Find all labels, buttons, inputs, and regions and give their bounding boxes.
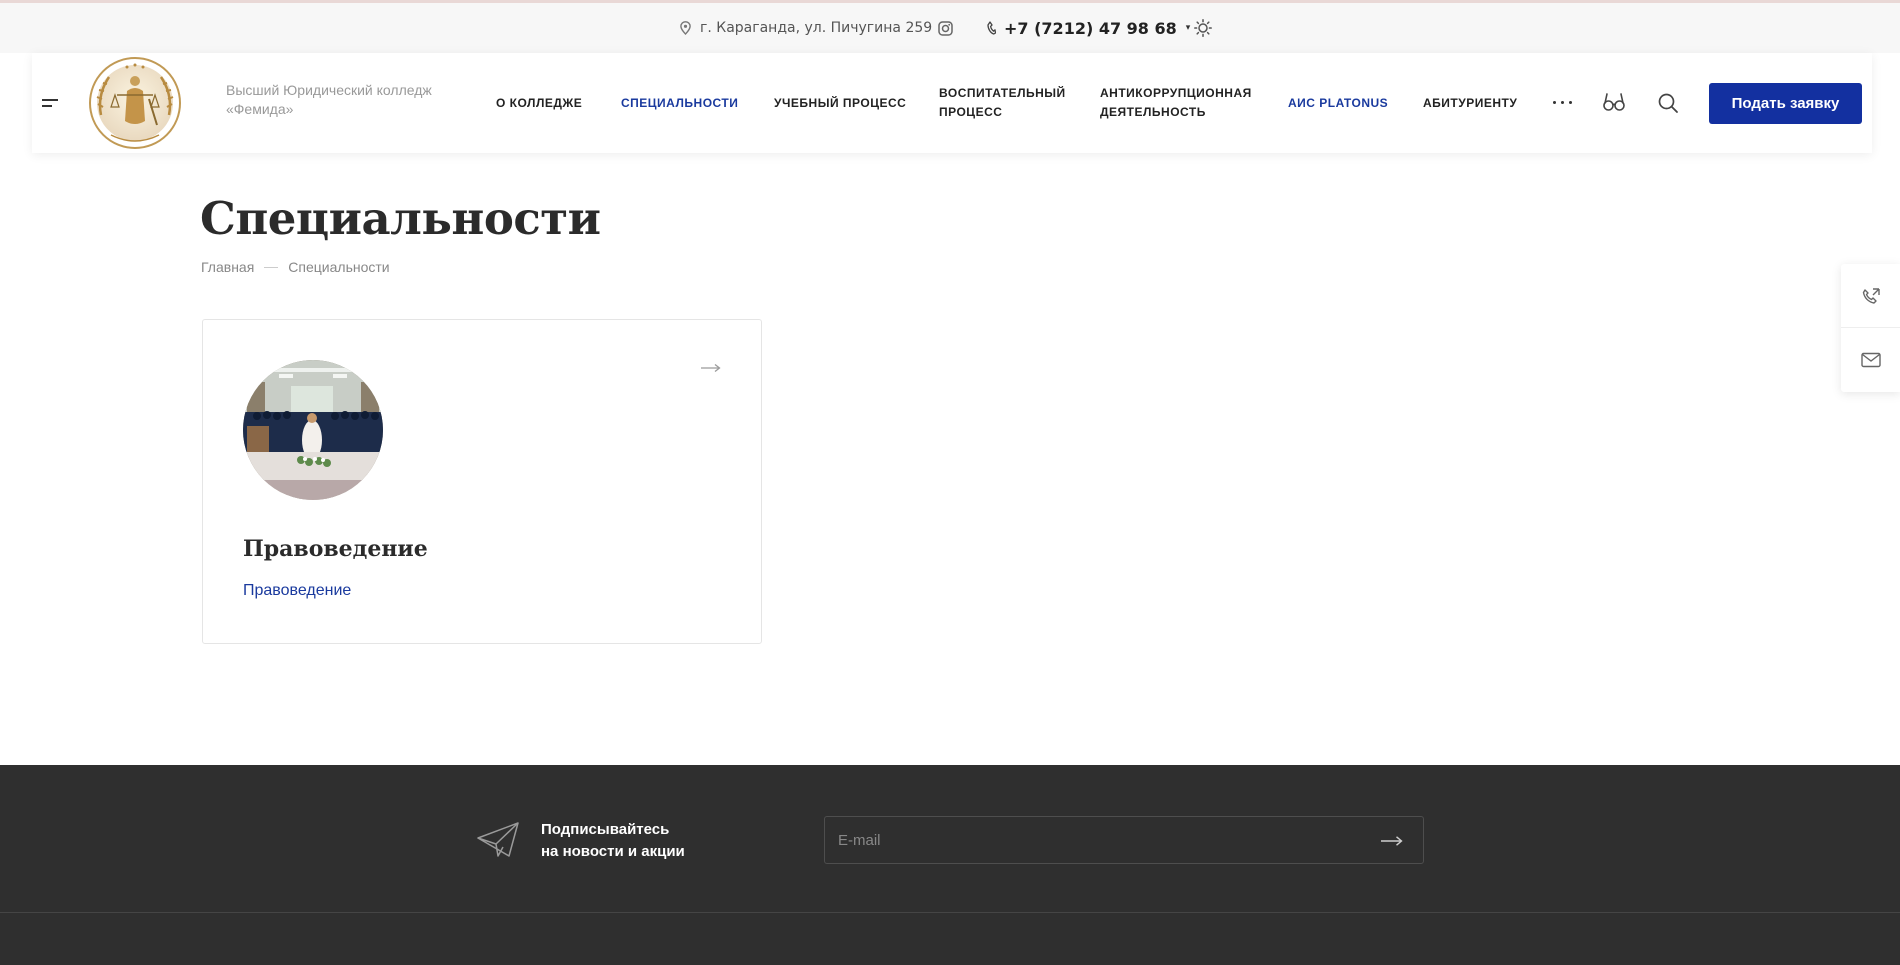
callback-button[interactable] — [1841, 264, 1900, 328]
nav-anticorruption-link[interactable]: Антикоррупционная деятельность — [1100, 84, 1260, 122]
nav-item-applicant[interactable]: Абитуриенту — [1423, 53, 1517, 153]
site-title: Высший Юридический колледж «Фемида» — [226, 82, 432, 117]
page-title: Специальности — [200, 192, 601, 245]
specialty-photo[interactable] — [243, 360, 383, 500]
nav-item-specialties[interactable]: Специальности — [621, 53, 738, 153]
location-pin-icon — [680, 21, 691, 35]
specialty-card[interactable]: Правоведение Правоведение — [202, 319, 762, 644]
breadcrumb-current: Специальности — [288, 259, 390, 275]
top-bar: г. Караганда, ул. Пичугина 259 +7 (7212)… — [0, 3, 1900, 53]
breadcrumb-home[interactable]: Главная — [201, 259, 254, 275]
side-contact-widget — [1841, 264, 1900, 392]
envelope-icon — [1860, 352, 1881, 368]
address: г. Караганда, ул. Пичугина 259 — [680, 3, 932, 53]
college-logo[interactable] — [87, 55, 183, 151]
nav-applicant-link[interactable]: Абитуриенту — [1423, 94, 1517, 113]
search-icon[interactable] — [1657, 92, 1679, 118]
sun-icon — [1194, 19, 1212, 37]
instagram-icon — [938, 20, 953, 36]
nav-item-study-process[interactable]: Учебный процесс — [774, 53, 906, 153]
specialty-link[interactable]: Правоведение — [243, 582, 351, 600]
nav-specialties-link[interactable]: Специальности — [621, 94, 738, 113]
submit-arrow-icon[interactable] — [1381, 832, 1403, 851]
phone-number: +7 (7212) 47 98 68 — [1004, 18, 1177, 38]
arrow-right-icon[interactable] — [701, 358, 721, 377]
nav-platonus-link[interactable]: АИС Platonus — [1288, 94, 1388, 113]
subscribe-form — [824, 816, 1424, 864]
paper-plane-icon — [476, 820, 520, 864]
chevron-down-icon: ▾ — [1185, 23, 1191, 33]
phone-icon — [987, 21, 996, 35]
nav-item-upbringing[interactable]: Воспитательный процесс — [939, 53, 1079, 153]
email-us-button[interactable] — [1841, 328, 1900, 392]
nav-study-process-link[interactable]: Учебный процесс — [774, 94, 906, 113]
theme-toggle[interactable] — [1194, 3, 1212, 53]
low-vision-glasses-icon[interactable] — [1602, 91, 1626, 117]
phone-dropdown[interactable]: +7 (7212) 47 98 68 ▾ — [987, 3, 1190, 53]
nav-item-anticorruption[interactable]: Антикоррупционная деятельность — [1100, 53, 1260, 153]
subscribe-text: Подписывайтесь на новости и акции — [541, 819, 685, 863]
main-header: Высший Юридический колледж «Фемида» О ко… — [32, 53, 1872, 153]
email-input[interactable] — [825, 817, 1365, 863]
subscribe-line-1: Подписывайтесь — [541, 821, 670, 838]
breadcrumb: Главная Специальности — [201, 259, 390, 275]
callback-phone-icon — [1862, 287, 1880, 304]
footer: Подписывайтесь на новости и акции — [0, 765, 1900, 965]
breadcrumb-separator — [264, 266, 279, 268]
more-dots-icon[interactable] — [1551, 98, 1575, 108]
nav-item-platonus[interactable]: АИС Platonus — [1288, 53, 1388, 153]
subscribe-line-2: на новости и акции — [541, 843, 685, 860]
nav-upbringing-link[interactable]: Воспитательный процесс — [939, 84, 1079, 122]
address-text: г. Караганда, ул. Пичугина 259 — [700, 20, 933, 36]
apply-button[interactable]: Подать заявку — [1709, 83, 1862, 124]
instagram-link[interactable] — [938, 3, 953, 53]
nav-item-about[interactable]: О колледже — [496, 53, 582, 153]
nav-about-link[interactable]: О колледже — [496, 94, 582, 113]
specialty-title[interactable]: Правоведение — [243, 536, 428, 562]
footer-divider — [0, 912, 1900, 913]
menu-burger-icon[interactable] — [42, 93, 64, 113]
